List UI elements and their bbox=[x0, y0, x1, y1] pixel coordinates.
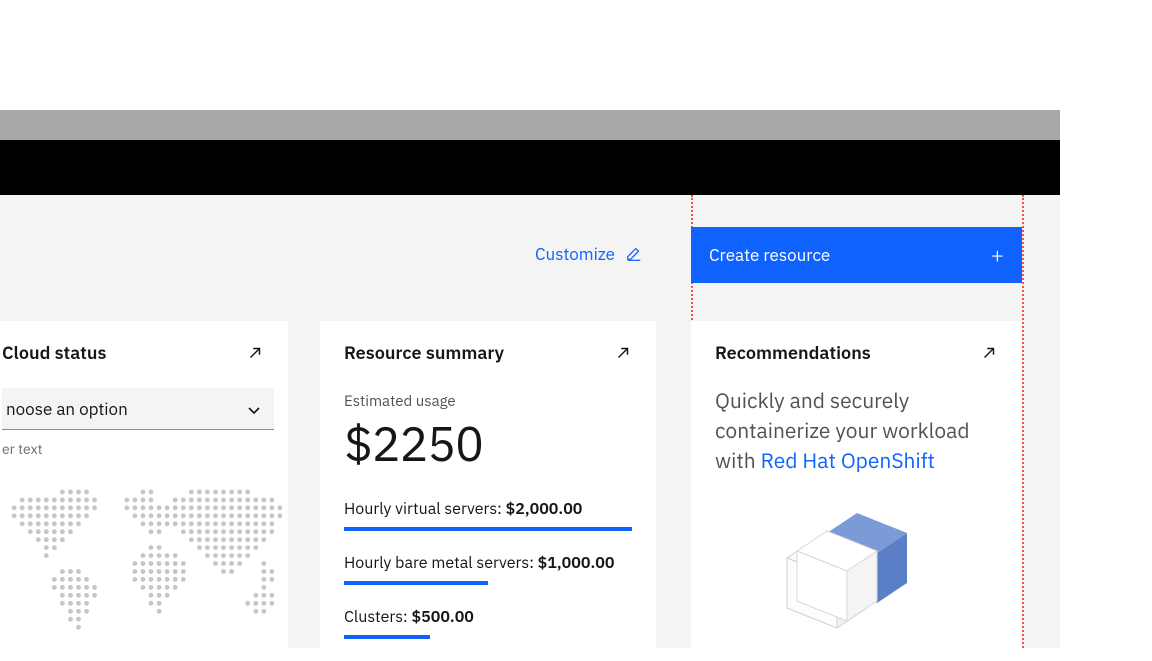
select-value: noose an option bbox=[6, 398, 128, 420]
card-header: Resource summary bbox=[344, 341, 632, 364]
browser-chrome bbox=[0, 110, 1060, 140]
usage-line-item: Hourly virtual servers: $2,000.00 bbox=[344, 499, 632, 531]
chevron-down-icon bbox=[246, 401, 262, 417]
external-link-icon[interactable] bbox=[614, 344, 632, 362]
card-title: Cloud status bbox=[2, 341, 106, 364]
customize-button[interactable]: Customize bbox=[535, 243, 643, 265]
usage-bar bbox=[344, 581, 488, 585]
cloud-status-card: Cloud status noose an option er text bbox=[0, 321, 288, 661]
customize-label: Customize bbox=[535, 243, 615, 265]
world-map-illustration bbox=[2, 480, 292, 655]
recommendation-illustration bbox=[727, 503, 987, 633]
plus-icon: + bbox=[991, 241, 1004, 270]
line-item-label: Hourly virtual servers: $2,000.00 bbox=[344, 499, 632, 519]
recommendation-text: Quickly and securely containerize your w… bbox=[715, 386, 998, 475]
usage-bar bbox=[344, 527, 632, 531]
external-link-icon[interactable] bbox=[246, 344, 264, 362]
resource-summary-card: Resource summary Estimated usage $2250 H… bbox=[320, 321, 656, 661]
external-link-icon[interactable] bbox=[980, 344, 998, 362]
card-header: Recommendations bbox=[715, 341, 998, 364]
usage-line-item: Hourly bare metal servers: $1,000.00 bbox=[344, 553, 632, 585]
create-resource-button[interactable]: Create resource + bbox=[691, 227, 1022, 283]
pencil-icon bbox=[625, 245, 643, 263]
usage-line-item: Clusters: $500.00 bbox=[344, 607, 632, 639]
card-header: Cloud status bbox=[2, 341, 264, 364]
recommendations-card: Recommendations Quickly and securely con… bbox=[691, 321, 1022, 661]
estimated-usage-value: $2250 bbox=[344, 413, 632, 475]
line-item-label: Clusters: $500.00 bbox=[344, 607, 632, 627]
line-item-label: Hourly bare metal servers: $1,000.00 bbox=[344, 553, 632, 573]
card-title: Recommendations bbox=[715, 341, 871, 364]
estimated-usage-label: Estimated usage bbox=[344, 392, 632, 411]
helper-text: er text bbox=[2, 440, 264, 458]
recommendation-link[interactable]: Red Hat OpenShift bbox=[761, 446, 935, 474]
layout-guide-right bbox=[1022, 195, 1024, 648]
status-select[interactable]: noose an option bbox=[2, 388, 274, 430]
app-header bbox=[0, 140, 1060, 195]
create-resource-label: Create resource bbox=[709, 244, 830, 266]
dashboard-workspace: Customize Create resource + Cloud status… bbox=[0, 195, 1060, 648]
card-title: Resource summary bbox=[344, 341, 504, 364]
usage-bar bbox=[344, 635, 430, 639]
